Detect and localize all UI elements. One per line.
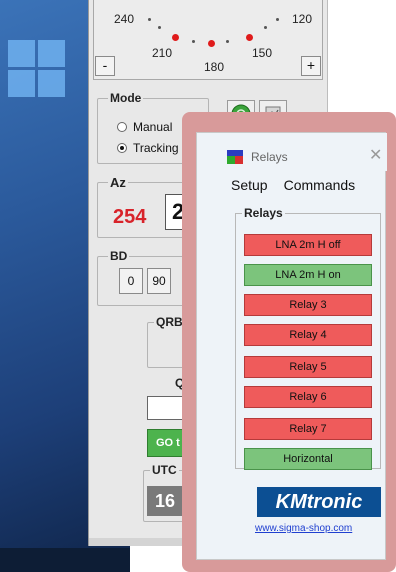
relay-button-8[interactable]: Horizontal	[244, 448, 372, 470]
kmtronic-logo: KMtronic	[257, 487, 381, 517]
relays-app-icon	[227, 150, 243, 164]
dial-tick-180: 180	[204, 60, 225, 74]
mode-manual-radio[interactable]: Manual	[117, 120, 172, 134]
dial-tick-120: 120	[292, 12, 313, 26]
relay-button-4[interactable]: Relay 4	[244, 324, 372, 346]
close-icon[interactable]: ✕	[369, 145, 382, 165]
dial-dot	[148, 18, 151, 21]
radio-icon	[117, 143, 127, 153]
windows-logo-icon	[8, 40, 68, 100]
bd-label: BD	[108, 249, 130, 263]
bd-0-button[interactable]: 0	[119, 268, 143, 294]
menu-bar: Setup Commands	[231, 177, 355, 193]
dial-tick-210: 210	[152, 46, 173, 60]
plus-button[interactable]: +	[301, 56, 321, 76]
relay-button-5[interactable]: Relay 5	[244, 356, 372, 378]
mode-tracking-radio[interactable]: Tracking	[117, 141, 179, 155]
az-current-value: 254	[113, 206, 147, 228]
taskbar	[0, 548, 130, 572]
dial-marker	[172, 34, 179, 41]
mode-tracking-label: Tracking	[133, 141, 179, 155]
dial-marker	[208, 40, 215, 47]
relays-titlebar[interactable]: Relays ✕	[197, 133, 387, 171]
website-link[interactable]: www.sigma-shop.com	[255, 523, 352, 534]
menu-setup[interactable]: Setup	[231, 177, 268, 193]
relays-group-label: Relays	[242, 206, 285, 220]
dial-dot	[158, 26, 161, 29]
relay-button-1[interactable]: LNA 2m H off	[244, 234, 372, 256]
relay-button-3[interactable]: Relay 3	[244, 294, 372, 316]
relay-button-2[interactable]: LNA 2m H on	[244, 264, 372, 286]
mode-label: Mode	[108, 91, 144, 105]
minus-button[interactable]: -	[95, 56, 115, 76]
dial-dot	[276, 18, 279, 21]
menu-commands[interactable]: Commands	[284, 177, 356, 193]
dial-marker	[246, 34, 253, 41]
dial-tick-150: 150	[252, 46, 273, 60]
relay-button-6[interactable]: Relay 6	[244, 386, 372, 408]
az-label: Az	[108, 175, 128, 190]
dial-tick-240: 240	[114, 12, 135, 26]
relay-button-7[interactable]: Relay 7	[244, 418, 372, 440]
dial-dot	[264, 26, 267, 29]
utc-label: UTC	[150, 463, 179, 477]
relays-window: Relays ✕ Setup Commands Relays LNA 2m H …	[196, 132, 387, 560]
radio-icon	[117, 122, 127, 132]
qrb-label: QRB	[154, 315, 185, 329]
azimuth-dial: 240 120 210 180 150	[93, 0, 323, 80]
dial-dot	[192, 40, 195, 43]
mode-manual-label: Manual	[133, 120, 173, 134]
relays-window-title: Relays	[251, 150, 288, 164]
relays-group: Relays LNA 2m H off LNA 2m H on Relay 3 …	[235, 206, 381, 470]
dial-dot	[226, 40, 229, 43]
bd-90-button[interactable]: 90	[147, 268, 171, 294]
